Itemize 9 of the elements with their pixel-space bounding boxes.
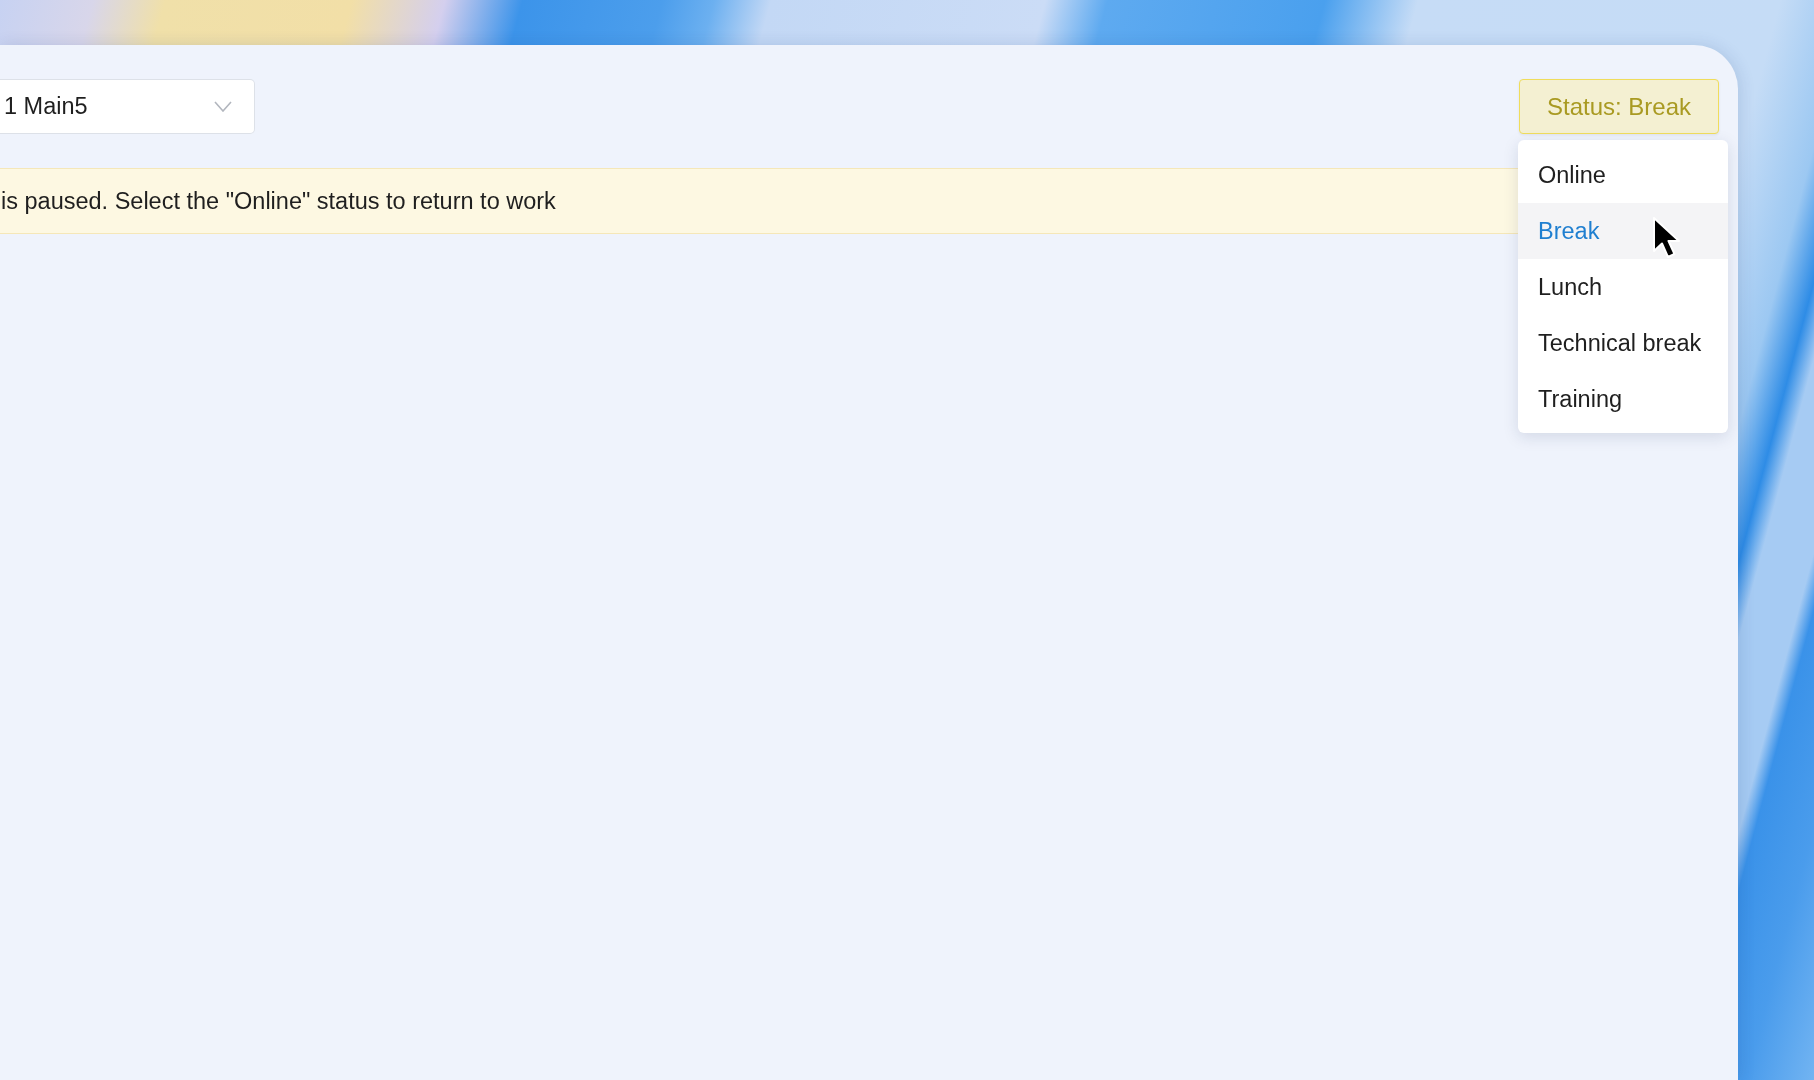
station-select[interactable]: 1 Main5 (0, 79, 255, 134)
status-menu-item[interactable]: Lunch (1518, 259, 1728, 315)
arrow-cursor-icon (1652, 216, 1682, 260)
status-menu-item[interactable]: Break (1518, 203, 1728, 259)
notice-text: is paused. Select the "Online" status to return to work (1, 187, 556, 215)
status-menu-item[interactable]: Technical break (1518, 315, 1728, 371)
status-menu-item[interactable]: Online (1518, 147, 1728, 203)
chevron-down-icon (214, 101, 232, 112)
status-menu-item[interactable]: Training (1518, 371, 1728, 427)
